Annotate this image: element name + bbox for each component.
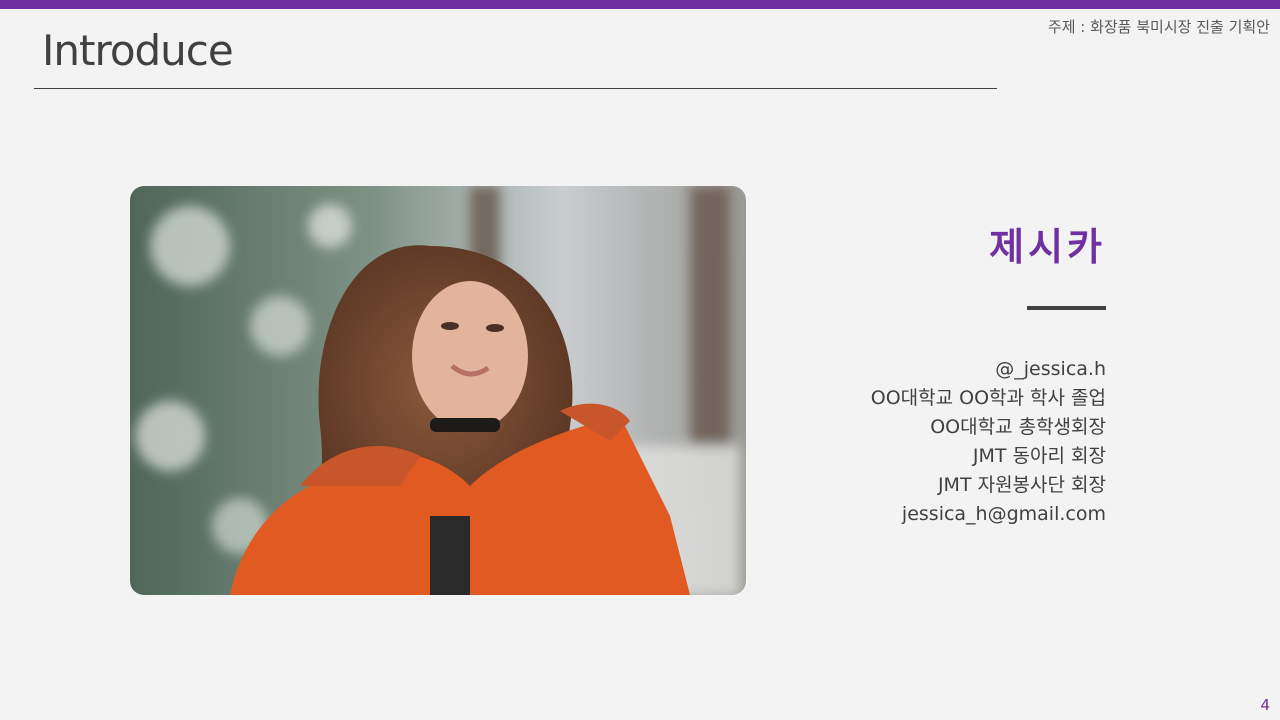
profile-club: JMT 동아리 회장 <box>972 445 1106 467</box>
profile-volunteer: JMT 자원봉사단 회장 <box>937 474 1106 496</box>
name-divider <box>1027 306 1106 310</box>
profile-email: jessica_h@gmail.com <box>901 503 1106 525</box>
profile-name: 제시카 <box>989 225 1106 269</box>
profile-handle: @_jessica.h <box>995 358 1106 380</box>
profile-education: OO대학교 OO학과 학사 졸업 <box>870 387 1106 409</box>
slide-topic: 주제 : 화장품 북미시장 진출 기획안 <box>1047 18 1270 36</box>
slide-title: Introduce <box>42 26 234 75</box>
profile-student-council: OO대학교 총학생회장 <box>930 416 1106 438</box>
top-accent-bar <box>0 0 1280 9</box>
title-divider <box>34 88 997 89</box>
profile-photo <box>130 186 746 595</box>
profile-details: @_jessica.h OO대학교 OO학과 학사 졸업 OO대학교 총학생회장… <box>871 355 1106 529</box>
page-number: 4 <box>1260 696 1270 714</box>
